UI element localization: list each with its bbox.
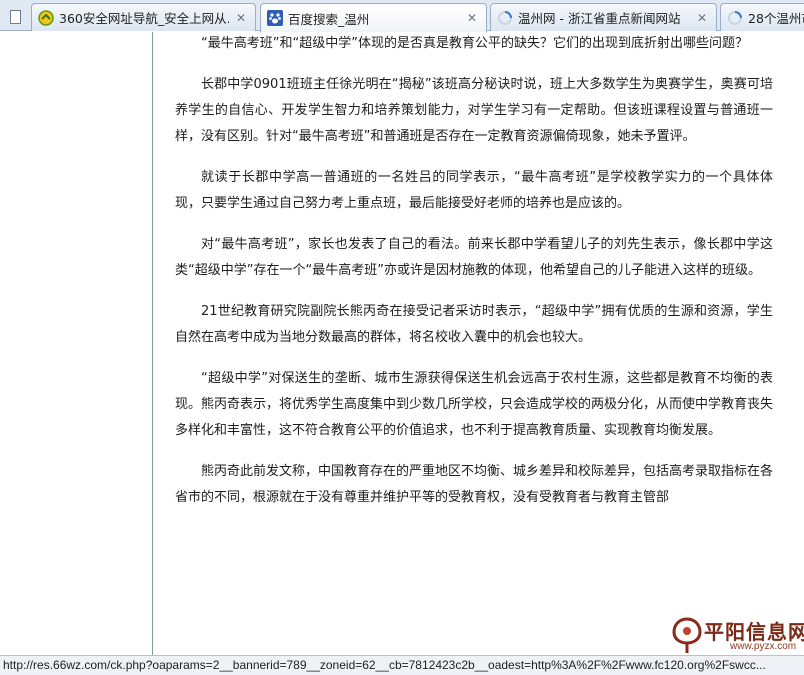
article-paragraph: 就读于长郡中学高一普通班的一名姓吕的同学表示，“最牛高考班”是学校教学实力的一个… [175,170,773,211]
tab-baidu-search[interactable]: 百度搜索_温州 ✕ [260,3,487,32]
baidu-paw-icon [267,10,283,26]
page-menu-button[interactable] [0,3,30,30]
article-paragraph: 长郡中学0901班班主任徐光明在“揭秘”该班高分秘诀时说，班上大多数学生为奥赛学… [175,77,773,144]
tab-wenzhou-city[interactable]: 28个温州市 [720,3,804,31]
tab-close-icon[interactable]: ✕ [694,10,710,26]
360-logo-icon [38,9,54,26]
tab-title: 28个温州市 [748,11,804,26]
watermark-logo-icon [672,617,702,653]
tab-title: 温州网 - 浙江省重点新闻网站 [518,11,681,26]
article-paragraph: 21世纪教育研究院副院长熊丙奇在接受记者采访时表示，“超级中学”拥有优质的生源和… [175,304,773,345]
site-watermark: 平阳信息网 www.pyzx.com [670,611,804,671]
tab-close-icon[interactable]: ✕ [464,10,480,26]
article-container: “最牛高考班”和“超级中学”体现的是否真是教育公平的缺失？它们的出现到底折射出哪… [152,32,804,655]
tab-bar: 360安全网址导航_安全上网从... ✕ 百度搜索_温州 ✕ 温州网 - 浙江省… [0,0,804,32]
article-paragraph: “最牛高考班”和“超级中学”体现的是否真是教育公平的缺失？它们的出现到底折射出哪… [201,36,748,51]
tab-title: 百度搜索_温州 [288,11,370,27]
article-paragraph: 对“最牛高考班”，家长也发表了自己的看法。前来长郡中学看望儿子的刘先生表示，像长… [175,237,773,278]
page-icon [9,9,21,24]
loading-icon [728,10,742,25]
page-content: “最牛高考班”和“超级中学”体现的是否真是教育公平的缺失？它们的出现到底折射出哪… [0,32,804,655]
tab-360-nav[interactable]: 360安全网址导航_安全上网从... ✕ [31,3,256,31]
article-body: “最牛高考班”和“超级中学”体现的是否真是教育公平的缺失？它们的出现到底折射出哪… [175,32,773,526]
tab-close-icon[interactable]: ✕ [233,10,249,26]
status-url: http://res.66wz.com/ck.php?oaparams=2__b… [3,658,766,672]
watermark-site: www.pyzx.com [730,641,797,652]
loading-icon [498,10,512,25]
article-paragraph: “超级中学”对保送生的垄断、城市生源获得保送生机会远高于农村生源，这些都是教育不… [175,371,774,438]
tab-title: 360安全网址导航_安全上网从... [59,11,229,26]
tab-wenzhou-news[interactable]: 温州网 - 浙江省重点新闻网站 ✕ [490,3,717,31]
article-paragraph: 熊丙奇此前发文称，中国教育存在的严重地区不均衡、城乡差异和校际差异，包括高考录取… [175,464,774,505]
